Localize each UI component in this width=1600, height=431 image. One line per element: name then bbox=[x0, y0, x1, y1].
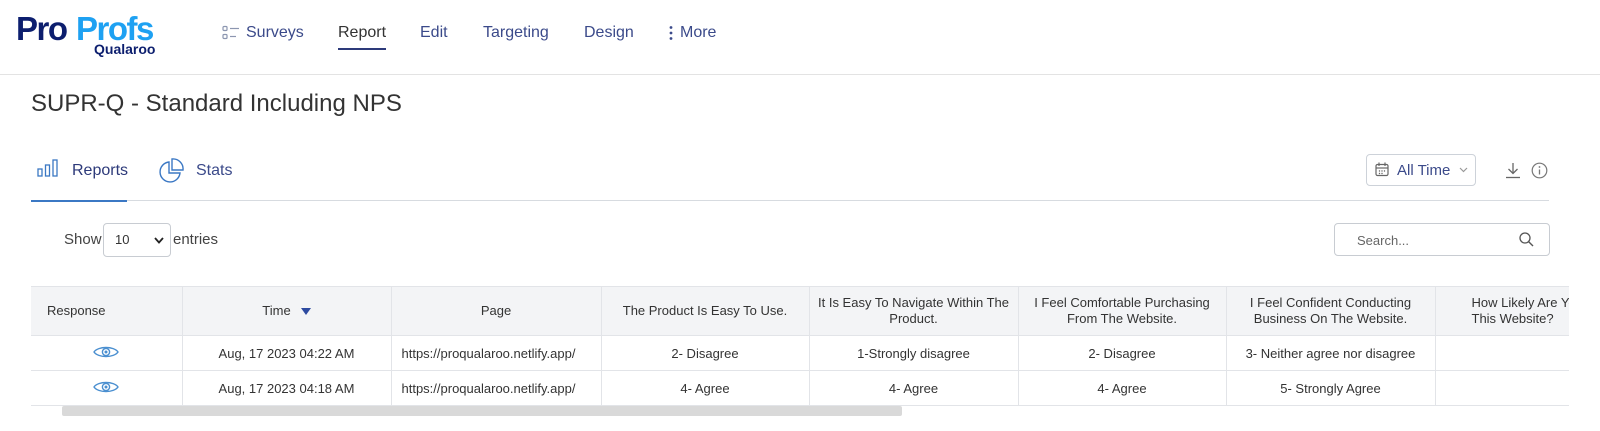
eye-icon[interactable] bbox=[93, 379, 120, 395]
cell-q3: 2- Disagree bbox=[1018, 335, 1227, 371]
tab-reports-label: Reports bbox=[72, 162, 129, 179]
table-row: Aug, 17 2023 04:22 AM https://proqualaro… bbox=[31, 335, 1569, 371]
col-header-response[interactable]: Response bbox=[31, 286, 183, 336]
cell-time: Aug, 17 2023 04:18 AM bbox=[182, 370, 392, 406]
show-label: Show bbox=[64, 231, 102, 248]
responses-table: Response Time Page The Product Is Easy T… bbox=[31, 286, 1569, 406]
col-header-q5[interactable]: How Likely Are You To Recommend This Web… bbox=[1435, 286, 1569, 336]
chevron-down-icon bbox=[154, 237, 164, 244]
nav-targeting[interactable]: Targeting bbox=[483, 22, 549, 48]
table-row: Aug, 17 2023 04:18 AM https://proqualaro… bbox=[31, 370, 1569, 406]
date-range-label: All Time bbox=[1397, 162, 1451, 179]
tab-stats-label: Stats bbox=[196, 162, 233, 179]
cell-q1: 2- Disagree bbox=[601, 335, 810, 371]
cell-q2: 1-Strongly disagree bbox=[809, 335, 1019, 371]
cell-q4: 3- Neither agree nor disagree bbox=[1226, 335, 1436, 371]
entries-value: 10 bbox=[115, 232, 130, 247]
scrollbar-thumb[interactable] bbox=[62, 406, 902, 416]
col-header-q4[interactable]: I Feel Confident Conducting Business On … bbox=[1226, 286, 1436, 336]
sort-desc-icon bbox=[300, 307, 311, 315]
col-header-q2[interactable]: It Is Easy To Navigate Within The Produc… bbox=[809, 286, 1019, 336]
top-navbar: Pro Profs Qualaroo Surveys Report Edit T… bbox=[0, 0, 1600, 75]
cell-q2: 4- Agree bbox=[809, 370, 1019, 406]
bar-chart-icon bbox=[37, 159, 58, 177]
nav-more[interactable]: More bbox=[668, 22, 716, 48]
download-icon[interactable] bbox=[1505, 162, 1521, 179]
pie-chart-icon bbox=[159, 158, 184, 183]
responses-table-container: Response Time Page The Product Is Easy T… bbox=[31, 286, 1569, 406]
col-header-time[interactable]: Time bbox=[182, 286, 392, 336]
col-header-time-label: Time bbox=[262, 303, 291, 318]
eye-icon[interactable] bbox=[93, 344, 120, 360]
cell-page: https://proqualaroo.netlify.app/ bbox=[391, 335, 602, 371]
col-header-page[interactable]: Page bbox=[391, 286, 602, 336]
cell-time: Aug, 17 2023 04:22 AM bbox=[182, 335, 392, 371]
cell-q1: 4- Agree bbox=[601, 370, 810, 406]
col-header-q1[interactable]: The Product Is Easy To Use. bbox=[601, 286, 810, 336]
search-icon[interactable] bbox=[1519, 232, 1534, 247]
search-input[interactable] bbox=[1355, 230, 1519, 250]
tab-stats[interactable]: Stats bbox=[158, 150, 238, 200]
search-field bbox=[1334, 223, 1550, 256]
cell-q5: 4 bbox=[1435, 335, 1569, 371]
info-icon[interactable] bbox=[1531, 162, 1548, 179]
calendar-icon bbox=[1375, 162, 1389, 177]
list-icon bbox=[222, 25, 239, 39]
entries-per-page-select[interactable]: 10 bbox=[103, 223, 171, 257]
date-range-dropdown[interactable]: All Time bbox=[1366, 154, 1476, 186]
nav-edit[interactable]: Edit bbox=[420, 22, 448, 48]
tab-reports[interactable]: Reports bbox=[31, 150, 129, 202]
logo-sub: Qualaroo bbox=[94, 41, 156, 57]
nav-more-label: More bbox=[680, 24, 717, 41]
nav-design[interactable]: Design bbox=[584, 22, 634, 48]
table-header-row: Response Time Page The Product Is Easy T… bbox=[31, 286, 1569, 336]
cell-q3: 4- Agree bbox=[1018, 370, 1227, 406]
kebab-icon bbox=[669, 25, 673, 40]
col-header-q3[interactable]: I Feel Comfortable Purchasing From The W… bbox=[1018, 286, 1227, 336]
chevron-down-icon bbox=[1459, 167, 1468, 173]
cell-q4: 5- Strongly Agree bbox=[1226, 370, 1436, 406]
nav-report[interactable]: Report bbox=[338, 22, 387, 50]
nav-surveys-label: Surveys bbox=[246, 24, 304, 41]
logo-part1: Pro bbox=[16, 10, 68, 47]
report-tabs: Reports Stats bbox=[31, 150, 1549, 202]
entries-label: entries bbox=[173, 231, 219, 248]
view-response-cell bbox=[31, 335, 183, 371]
cell-q5: 9 bbox=[1435, 370, 1569, 406]
view-response-cell bbox=[31, 370, 183, 406]
proprofs-qualaroo-logo[interactable]: Pro Profs Qualaroo bbox=[16, 10, 166, 60]
nav-surveys[interactable]: Surveys bbox=[222, 22, 304, 48]
cell-page: https://proqualaroo.netlify.app/ bbox=[391, 370, 602, 406]
page-title: SUPR-Q - Standard Including NPS bbox=[31, 90, 402, 117]
